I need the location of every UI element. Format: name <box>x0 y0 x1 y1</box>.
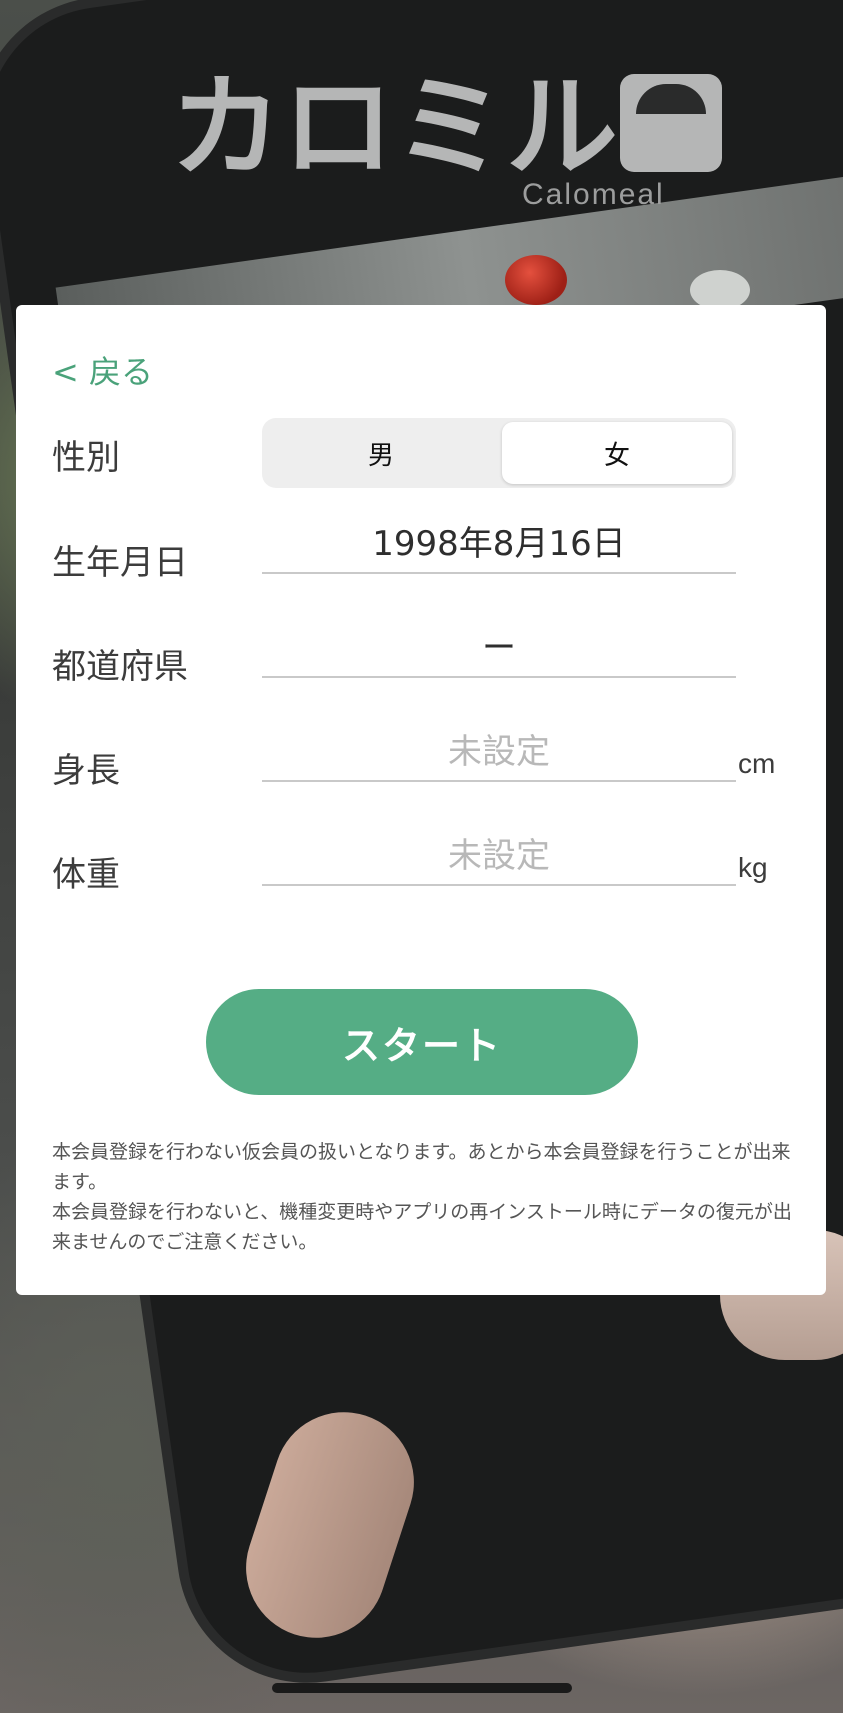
birthdate-label: 生年月日 <box>52 543 188 583</box>
height-label: 身長 <box>52 751 120 791</box>
weight-field[interactable]: 未設定 <box>262 820 736 886</box>
gender-option-male[interactable]: 男 <box>266 422 496 484</box>
registration-notice: 本会員登録を行わない仮会員の扱いとなります。あとから本会員登録を行うことが出来ま… <box>52 1137 802 1257</box>
prefecture-label: 都道府県 <box>52 647 188 687</box>
app-logo: カロミル <box>170 72 722 184</box>
height-unit: cm <box>738 748 776 779</box>
weight-label: 体重 <box>52 855 120 895</box>
prefecture-field[interactable]: ー <box>262 612 736 678</box>
gender-option-female[interactable]: 女 <box>502 422 732 484</box>
height-field[interactable]: 未設定 <box>262 716 736 782</box>
birthdate-field[interactable]: 1998年8月16日 <box>262 508 736 574</box>
weight-unit: kg <box>738 852 768 883</box>
notice-line-2: 本会員登録を行わないと、機種変更時やアプリの再インストール時にデータの復元が出来… <box>52 1201 792 1253</box>
profile-form-card: < 戻る 性別 男 女 生年月日 1998年8月16日 都道府県 ー 身長 未設… <box>16 305 826 1295</box>
back-button[interactable]: < 戻る <box>52 347 153 393</box>
logo-subtitle: Calomeal <box>522 178 665 211</box>
gender-label: 性別 <box>52 438 120 478</box>
scale-icon <box>620 74 722 172</box>
start-button[interactable]: スタート <box>206 989 638 1095</box>
home-indicator[interactable] <box>272 1683 572 1693</box>
notice-line-1: 本会員登録を行わない仮会員の扱いとなります。あとから本会員登録を行うことが出来ま… <box>52 1141 791 1193</box>
background-garnish <box>690 270 750 310</box>
background-tomato <box>505 255 567 305</box>
gender-segmented-control: 男 女 <box>262 418 736 488</box>
logo-title: カロミル <box>170 63 618 193</box>
